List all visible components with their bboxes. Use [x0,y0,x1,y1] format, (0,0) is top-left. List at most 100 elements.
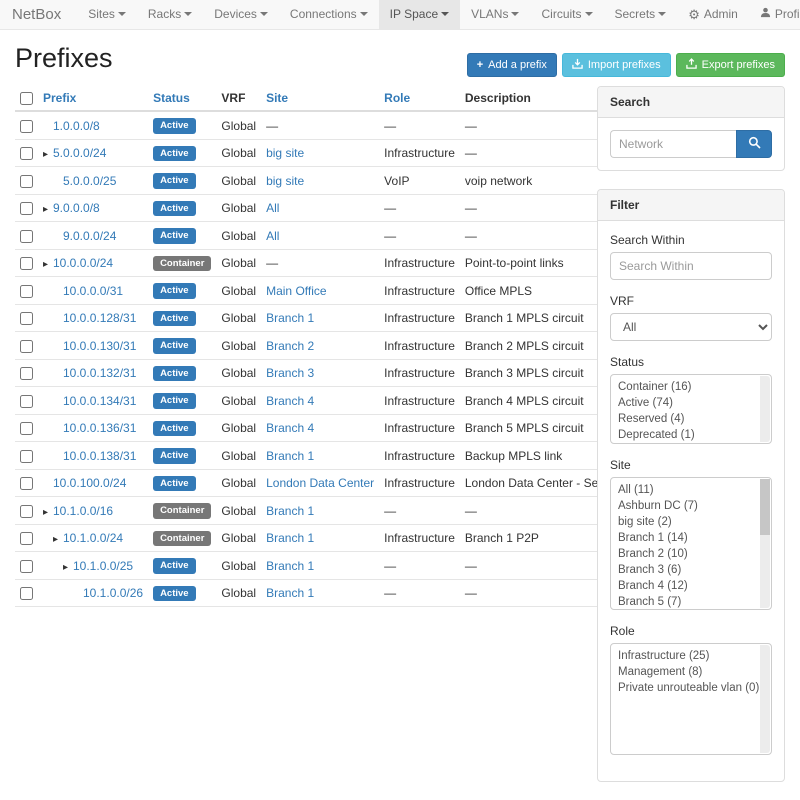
column-sort-link[interactable]: Site [266,91,288,105]
row-checkbox[interactable] [20,395,33,408]
row-checkbox[interactable] [20,505,33,518]
prefix-link[interactable]: 10.1.0.0/25 [73,559,133,573]
prefix-link[interactable]: 10.0.0.0/31 [63,284,123,298]
site-link[interactable]: big site [266,174,304,188]
site-link[interactable]: Branch 1 [266,586,314,600]
prefix-link[interactable]: 10.1.0.0/26 [83,586,143,600]
site-link[interactable]: Branch 1 [266,449,314,463]
site-link[interactable]: Branch 4 [266,421,314,435]
listbox-option[interactable]: Infrastructure (25) [618,648,757,664]
admin-menu-item[interactable]: ⚙ Admin [677,0,749,29]
tree-expand-icon[interactable]: ▸ [53,534,63,545]
row-checkbox[interactable] [20,285,33,298]
prefix-link[interactable]: 10.0.100.0/24 [53,476,126,490]
export-prefixes-button[interactable]: Export prefixes [676,53,785,77]
tree-expand-icon[interactable]: ▸ [43,259,53,270]
brand-logo[interactable]: NetBox [0,0,77,29]
prefix-link[interactable]: 10.0.0.0/24 [53,256,113,270]
column-header-status[interactable]: Status [148,86,216,111]
listbox-option[interactable]: Reserved (4) [618,411,757,427]
vrf-select[interactable]: All [610,313,772,341]
tree-expand-icon[interactable]: ▸ [63,562,73,573]
listbox-option[interactable]: Private unrouteable vlan (0) [618,680,757,696]
tree-expand-icon[interactable]: ▸ [43,204,53,215]
scrollbar-thumb[interactable] [760,479,770,535]
column-header-prefix[interactable]: Prefix [38,86,148,111]
prefix-link[interactable]: 10.0.0.132/31 [63,366,136,380]
prefix-link[interactable]: 10.1.0.0/24 [63,531,123,545]
site-link[interactable]: All [266,229,279,243]
site-link[interactable]: Branch 1 [266,531,314,545]
tree-expand-icon[interactable]: ▸ [43,507,53,518]
listbox-option[interactable]: Branch 2 (10) [618,546,757,562]
column-sort-link[interactable]: Role [384,91,410,105]
row-checkbox[interactable] [20,147,33,160]
site-link[interactable]: big site [266,146,304,160]
row-checkbox[interactable] [20,367,33,380]
nav-item-circuits[interactable]: Circuits [530,0,603,29]
site-link[interactable]: Branch 1 [266,559,314,573]
import-prefixes-button[interactable]: Import prefixes [562,53,671,77]
site-link[interactable]: London Data Center [266,476,374,490]
nav-item-sites[interactable]: Sites [77,0,137,29]
profile-menu-item[interactable]: Profile [749,0,800,29]
row-checkbox[interactable] [20,312,33,325]
nav-item-vlans[interactable]: VLANs [460,0,530,29]
listbox-option[interactable]: Deprecated (1) [618,427,757,443]
add-prefix-button[interactable]: + Add a prefix [467,53,557,77]
search-within-input[interactable] [610,252,772,280]
prefix-link[interactable]: 10.0.0.136/31 [63,421,136,435]
listbox-option[interactable]: Branch 3 (6) [618,562,757,578]
row-checkbox[interactable] [20,532,33,545]
prefix-link[interactable]: 10.0.0.128/31 [63,311,136,325]
row-checkbox[interactable] [20,230,33,243]
listbox-option[interactable]: Branch 1 (14) [618,530,757,546]
prefix-link[interactable]: 5.0.0.0/24 [53,146,106,160]
row-checkbox[interactable] [20,257,33,270]
select-all-checkbox[interactable] [20,92,33,105]
scrollbar[interactable] [760,645,770,753]
search-button[interactable] [736,130,772,158]
row-checkbox[interactable] [20,202,33,215]
nav-item-ip-space[interactable]: IP Space [379,0,460,29]
column-header-role[interactable]: Role [379,86,460,111]
row-checkbox[interactable] [20,587,33,600]
listbox-option[interactable]: Management (8) [618,664,757,680]
site-link[interactable]: All [266,201,279,215]
site-link[interactable]: Branch 2 [266,339,314,353]
row-checkbox[interactable] [20,450,33,463]
tree-expand-icon[interactable]: ▸ [43,149,53,160]
listbox-option[interactable]: Ashburn DC (7) [618,498,757,514]
site-link[interactable]: Branch 4 [266,394,314,408]
listbox-option[interactable]: Branch 4 (12) [618,578,757,594]
nav-item-secrets[interactable]: Secrets [604,0,678,29]
prefix-link[interactable]: 9.0.0.0/8 [53,201,100,215]
search-input[interactable] [610,130,736,158]
listbox-option[interactable]: Branch 5 (7) [618,594,757,610]
listbox-option[interactable]: Container (16) [618,379,757,395]
status-filter-listbox[interactable]: Container (16)Active (74)Reserved (4)Dep… [610,374,772,444]
site-link[interactable]: Branch 1 [266,311,314,325]
prefix-link[interactable]: 1.0.0.0/8 [53,119,100,133]
listbox-option[interactable]: All (11) [618,482,757,498]
site-filter-listbox[interactable]: All (11)Ashburn DC (7)big site (2)Branch… [610,477,772,610]
row-checkbox[interactable] [20,422,33,435]
prefix-link[interactable]: 9.0.0.0/24 [63,229,116,243]
column-sort-link[interactable]: Status [153,91,190,105]
nav-item-racks[interactable]: Racks [137,0,203,29]
prefix-link[interactable]: 10.0.0.138/31 [63,449,136,463]
scrollbar[interactable] [760,376,770,442]
row-checkbox[interactable] [20,560,33,573]
row-checkbox[interactable] [20,340,33,353]
listbox-option[interactable]: big site (2) [618,514,757,530]
listbox-option[interactable]: Active (74) [618,395,757,411]
prefix-link[interactable]: 10.0.0.134/31 [63,394,136,408]
nav-item-devices[interactable]: Devices [203,0,279,29]
row-checkbox[interactable] [20,477,33,490]
role-filter-listbox[interactable]: Infrastructure (25)Management (8)Private… [610,643,772,755]
row-checkbox[interactable] [20,175,33,188]
site-link[interactable]: Main Office [266,284,326,298]
column-header-site[interactable]: Site [261,86,379,111]
prefix-link[interactable]: 5.0.0.0/25 [63,174,116,188]
nav-item-connections[interactable]: Connections [279,0,379,29]
